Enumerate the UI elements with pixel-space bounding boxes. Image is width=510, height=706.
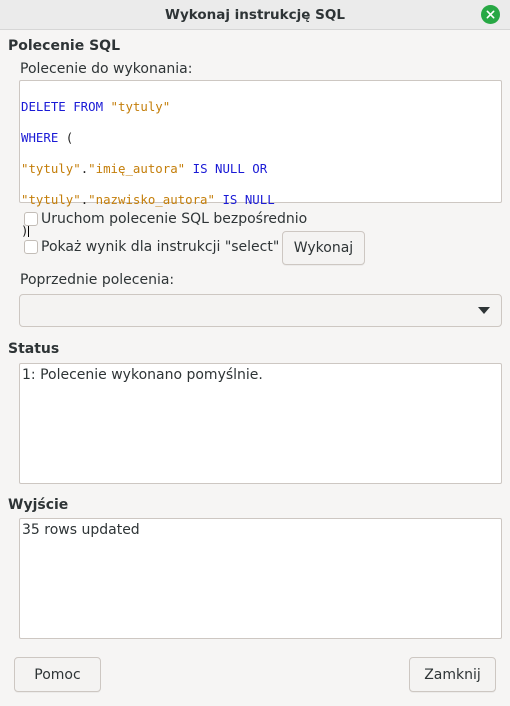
close-window-button[interactable]: [481, 5, 500, 24]
help-button[interactable]: Pomoc: [14, 657, 101, 692]
show-result-label: Pokaż wynik dla instrukcji "select": [41, 239, 280, 255]
execute-button[interactable]: Wykonaj: [282, 231, 365, 265]
sql-code: DELETE FROM "tytuly" WHERE ( "tytuly"."i…: [21, 83, 275, 254]
status-text: 1: Polecenie wykonano pomyślnie.: [22, 367, 263, 383]
sql-string: "tytuly": [110, 98, 171, 114]
status-section-heading: Status: [8, 341, 60, 357]
previous-commands-label: Poprzednie polecenia:: [20, 272, 175, 288]
output-textarea[interactable]: 35 rows updated: [19, 518, 502, 639]
sql-section-heading: Polecenie SQL: [8, 38, 121, 54]
window-title: Wykonaj instrukcję SQL: [165, 7, 345, 23]
status-textarea[interactable]: 1: Polecenie wykonano pomyślnie.: [19, 363, 502, 484]
run-directly-label: Uruchom polecenie SQL bezpośrednio: [41, 211, 308, 227]
run-directly-checkbox[interactable]: [24, 212, 38, 226]
close-icon: [486, 10, 495, 19]
chevron-down-icon: [478, 307, 490, 314]
sql-string: "tytuly": [21, 191, 81, 207]
sql-keyword: IS NULL: [222, 191, 275, 207]
sql-keyword: WHERE: [21, 129, 59, 145]
title-bar: Wykonaj instrukcję SQL: [0, 0, 510, 30]
sql-string: "nazwisko_autora": [88, 191, 215, 207]
output-text: 35 rows updated: [22, 522, 140, 538]
sql-string: "tytuly": [21, 160, 81, 176]
close-button[interactable]: Zamknij: [409, 657, 496, 692]
command-label: Polecenie do wykonania:: [20, 61, 193, 77]
show-result-checkbox[interactable]: [24, 240, 38, 254]
sql-keyword: DELETE FROM: [21, 98, 104, 114]
output-section-heading: Wyjście: [8, 497, 69, 513]
sql-paren: (: [65, 129, 74, 145]
sql-keyword: IS NULL OR: [192, 160, 268, 176]
previous-commands-dropdown[interactable]: [19, 294, 502, 327]
sql-string: "imię_autora": [88, 160, 186, 176]
